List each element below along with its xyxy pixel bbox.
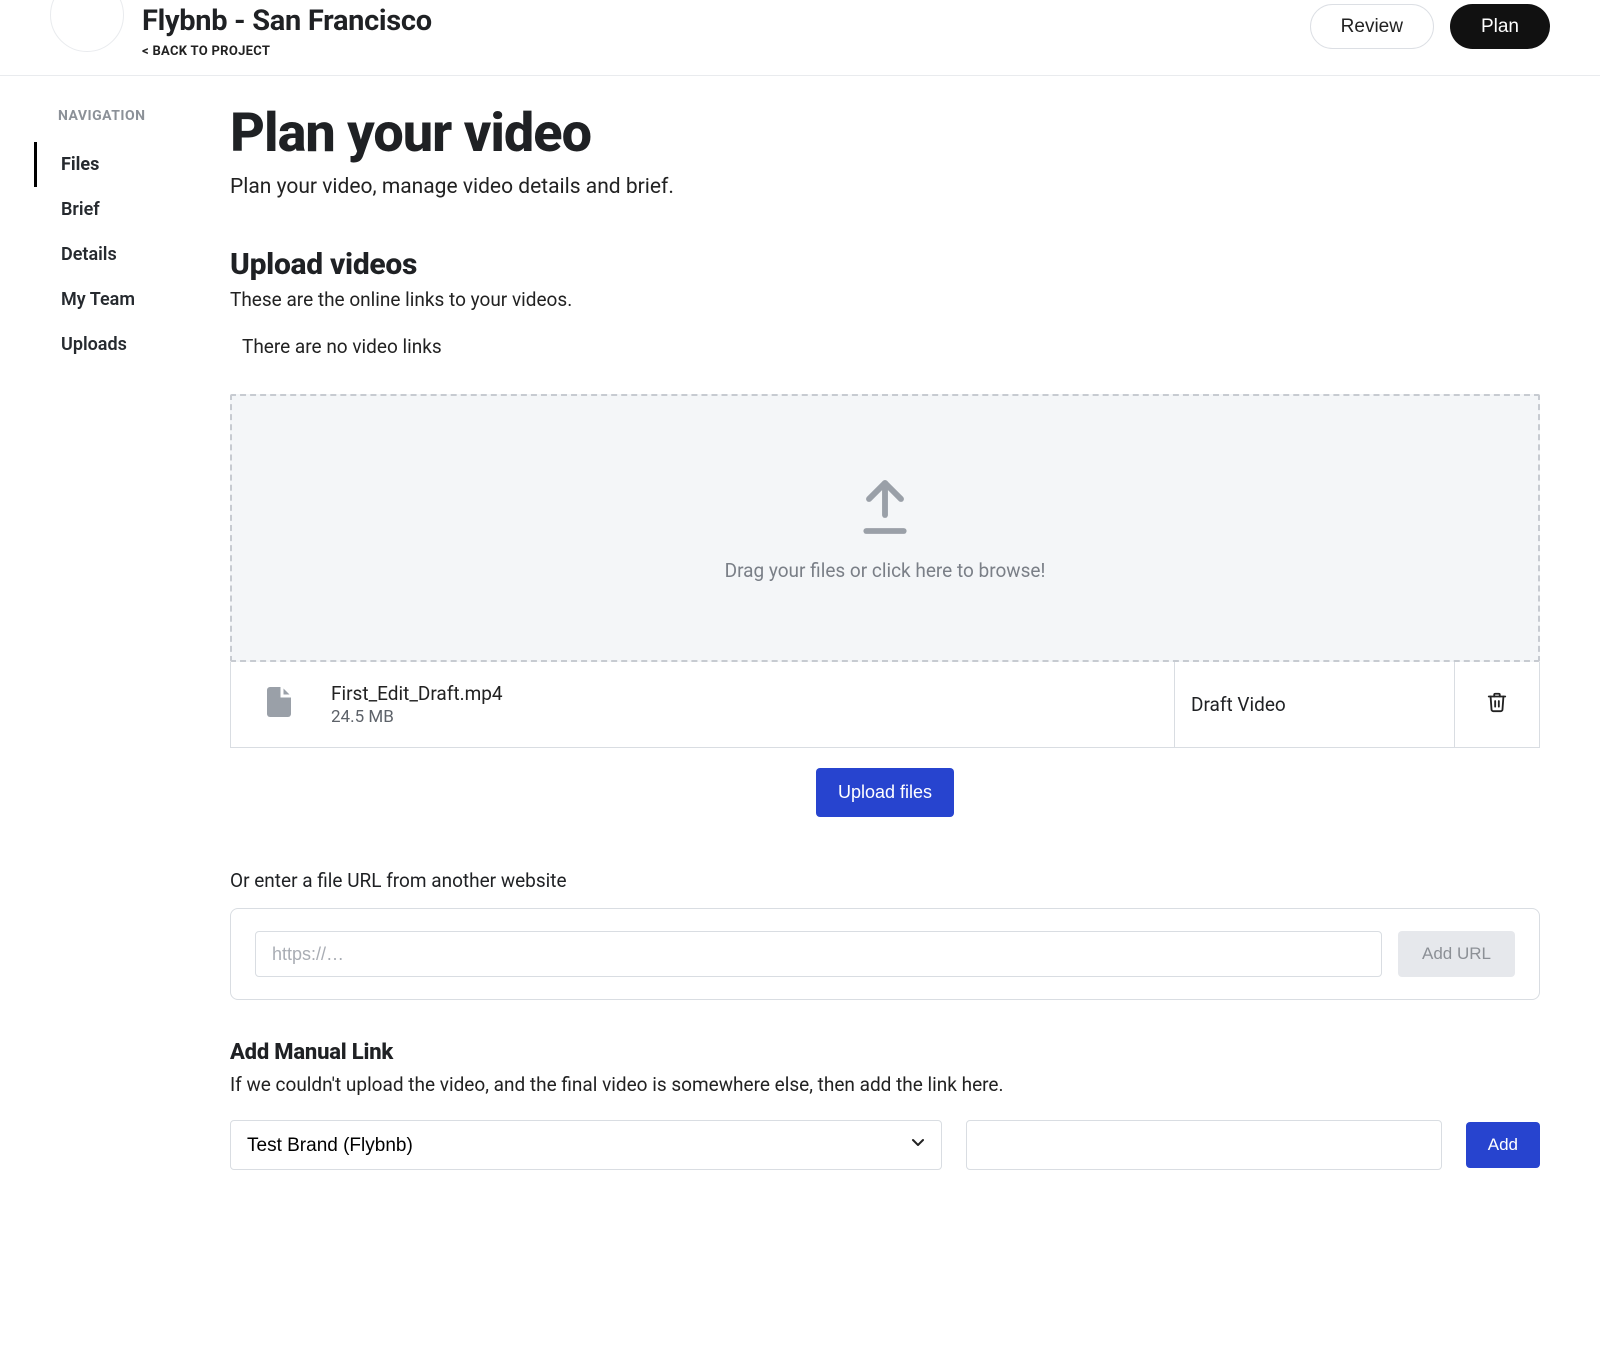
url-section-label: Or enter a file URL from another website [230, 869, 1540, 892]
sidebar-item-uploads[interactable]: Uploads [34, 322, 230, 367]
upload-icon [853, 475, 917, 539]
nav-list: Files Brief Details My Team Uploads [58, 142, 230, 367]
url-panel: Add URL [230, 908, 1540, 1000]
brand-select-wrap: Test Brand (Flybnb) [230, 1120, 942, 1170]
add-manual-link-button[interactable]: Add [1466, 1122, 1540, 1168]
file-name: First_Edit_Draft.mp4 [331, 682, 503, 705]
page-title: Plan your video [230, 102, 1540, 165]
topbar: Flybnb - San Francisco < BACK TO PROJECT… [0, 0, 1600, 76]
brand-select[interactable]: Test Brand (Flybnb) [230, 1120, 942, 1170]
manual-link-row: Test Brand (Flybnb) Add [230, 1120, 1540, 1170]
manual-link-desc: If we couldn't upload the video, and the… [230, 1073, 1540, 1096]
back-to-project-link[interactable]: < BACK TO PROJECT [142, 44, 432, 59]
manual-link-heading: Add Manual Link [230, 1040, 1540, 1065]
file-label: Draft Video [1175, 662, 1455, 747]
project-avatar [50, 0, 124, 52]
sidebar-item-myteam[interactable]: My Team [34, 277, 230, 322]
nav-heading: NAVIGATION [58, 108, 230, 124]
project-title: Flybnb - San Francisco [142, 4, 432, 38]
title-block: Flybnb - San Francisco < BACK TO PROJECT [142, 4, 432, 59]
gutter-right [1540, 76, 1600, 1230]
file-dropzone[interactable]: Drag your files or click here to browse! [230, 394, 1540, 662]
sidebar-item-files[interactable]: Files [34, 142, 230, 187]
no-video-links-note: There are no video links [242, 335, 1540, 358]
file-icon [261, 680, 297, 729]
topbar-left: Flybnb - San Francisco < BACK TO PROJECT [50, 0, 432, 59]
upload-desc: These are the online links to your video… [230, 288, 1540, 311]
sidebar-item-brief[interactable]: Brief [34, 187, 230, 232]
review-button[interactable]: Review [1310, 4, 1434, 49]
uploaded-file-row: First_Edit_Draft.mp4 24.5 MB Draft Video [230, 662, 1540, 748]
delete-file-button[interactable] [1455, 662, 1539, 747]
page-subtitle: Plan your video, manage video details an… [230, 175, 1540, 199]
dropzone-text: Drag your files or click here to browse! [725, 559, 1046, 582]
add-url-button[interactable]: Add URL [1398, 931, 1515, 977]
manual-link-input[interactable] [966, 1120, 1442, 1170]
file-url-input[interactable] [255, 931, 1382, 977]
plan-button[interactable]: Plan [1450, 4, 1550, 49]
file-meta: First_Edit_Draft.mp4 24.5 MB [327, 662, 1175, 747]
file-size: 24.5 MB [331, 707, 394, 727]
upload-heading: Upload videos [230, 247, 1540, 282]
file-icon-cell [231, 662, 327, 747]
topbar-right: Review Plan [1310, 4, 1550, 49]
sidebar-item-details[interactable]: Details [34, 232, 230, 277]
main: Plan your video Plan your video, manage … [230, 76, 1540, 1230]
sidebar: NAVIGATION Files Brief Details My Team U… [0, 76, 230, 1230]
upload-files-button[interactable]: Upload files [816, 768, 954, 817]
page: NAVIGATION Files Brief Details My Team U… [0, 76, 1600, 1230]
trash-icon [1486, 691, 1508, 718]
